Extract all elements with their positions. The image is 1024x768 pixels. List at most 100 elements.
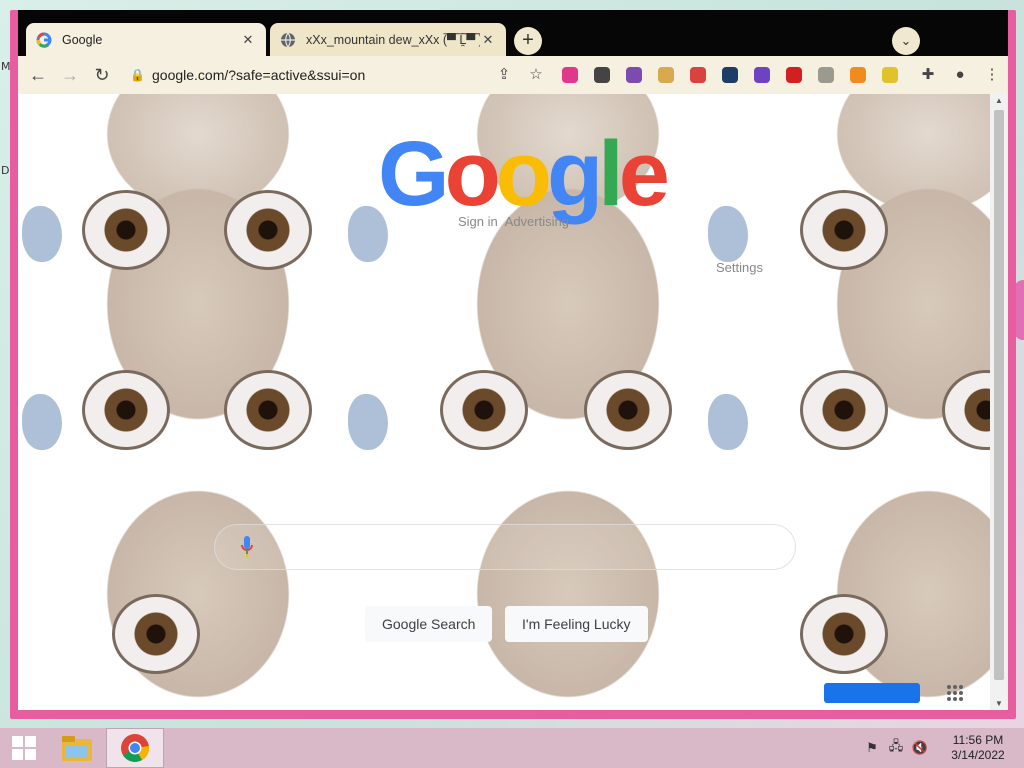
- taskbar-file-explorer[interactable]: [48, 728, 106, 768]
- forward-arrow-icon[interactable]: →: [54, 65, 86, 86]
- tab-search-chevron-down-icon[interactable]: ⌄: [892, 27, 920, 55]
- desktop-icon-label[interactable]: D: [1, 164, 9, 177]
- toolbar-right: ✚ ● ⋮: [912, 60, 1008, 90]
- crosshair-ext-icon[interactable]: [714, 60, 746, 90]
- wallpaper-eye: [440, 370, 528, 450]
- wallpaper-eye: [112, 594, 200, 674]
- apps-grid-icon[interactable]: [946, 684, 964, 702]
- address-bar[interactable]: 🔒 google.com/?safe=active&ssui=on: [130, 60, 550, 90]
- browser-window: Google ✕ xXx_mountain dew_xXx (̿▀̿ ̿Ĺ̯̿̿…: [10, 10, 1016, 719]
- tab-title: Google: [62, 33, 103, 47]
- bee-ext-icon-glyph: [882, 67, 898, 83]
- hat-ext-icon-glyph: [594, 67, 610, 83]
- sun-ext-icon[interactable]: [842, 60, 874, 90]
- top-links: Sign in Advertising: [458, 214, 573, 229]
- block-ext-icon-glyph: [786, 67, 802, 83]
- google-search-button[interactable]: Google Search: [365, 606, 493, 642]
- logo-letter: G: [378, 123, 450, 225]
- volume-muted-icon[interactable]: 🔇: [908, 728, 932, 768]
- monster-ext-icon[interactable]: [618, 60, 650, 90]
- block-ext-icon[interactable]: [778, 60, 810, 90]
- clock-date: 3/14/2022: [951, 748, 1005, 762]
- logo-letter: g: [546, 123, 603, 225]
- clock[interactable]: 11:56 PM 3/14/2022: [932, 733, 1024, 763]
- flag-alert-icon[interactable]: ⚑: [860, 728, 884, 768]
- wallpaper-ghost: [22, 206, 62, 262]
- bee-ext-icon[interactable]: [874, 60, 906, 90]
- burst-ext-icon-glyph: [754, 67, 770, 83]
- bookmark-star-icon[interactable]: ☆: [520, 60, 552, 90]
- toolbar: ← → ↻ 🔒 google.com/?safe=active&ssui=on …: [18, 56, 1008, 94]
- tab-title: xXx_mountain dew_xXx (̿▀̿ ̿Ĺ̯̿̿▀̿ ̿)̄ Er: [306, 33, 480, 47]
- burst-ext-icon[interactable]: [746, 60, 778, 90]
- rainbow-flag-ext-icon[interactable]: [554, 60, 586, 90]
- windows-logo-icon: [12, 736, 36, 760]
- file-explorer-icon: [62, 736, 92, 761]
- scrollbar-thumb[interactable]: [994, 110, 1004, 680]
- start-button[interactable]: [0, 728, 48, 768]
- extension-icons: [554, 60, 906, 90]
- wallpaper-ghost: [708, 206, 748, 262]
- logo-letter: o: [495, 123, 552, 225]
- advertising-link[interactable]: Advertising: [505, 214, 569, 229]
- feeling-lucky-button[interactable]: I'm Feeling Lucky: [505, 606, 648, 642]
- monster-ext-icon-glyph: [626, 67, 642, 83]
- share-icon[interactable]: ⇪: [488, 60, 520, 90]
- reload-icon[interactable]: ↻: [86, 65, 118, 86]
- network-icon[interactable]: 🖧: [884, 728, 908, 768]
- tab-close-icon[interactable]: ✕: [480, 32, 496, 48]
- clock-time: 11:56 PM: [952, 733, 1004, 747]
- taskbar-chrome[interactable]: [106, 728, 164, 768]
- sign-in-link[interactable]: Sign in: [458, 214, 498, 229]
- vertical-scrollbar[interactable]: ▲ ▼: [990, 94, 1008, 710]
- wallpaper-eye: [800, 190, 888, 270]
- skull-ext-icon-glyph: [818, 67, 834, 83]
- system-tray: ⚑ 🖧 🔇 11:56 PM 3/14/2022: [860, 728, 1024, 768]
- sun-ext-icon-glyph: [850, 67, 866, 83]
- crosshair-ext-icon-glyph: [722, 67, 738, 83]
- profile-avatar-icon[interactable]: ●: [944, 60, 976, 90]
- address-text[interactable]: google.com/?safe=active&ssui=on: [152, 67, 365, 83]
- back-arrow-icon[interactable]: ←: [22, 65, 54, 86]
- search-input[interactable]: [214, 524, 796, 570]
- chrome-icon: [121, 734, 150, 762]
- wallpaper-eye: [942, 370, 990, 450]
- wallpaper-eye: [800, 370, 888, 450]
- wallpaper-eye: [82, 370, 170, 450]
- scroll-down-arrow-icon[interactable]: ▼: [990, 699, 1008, 708]
- rainbow-flag-ext-icon-glyph: [562, 67, 578, 83]
- browser-frame: Google ✕ xXx_mountain dew_xXx (̿▀̿ ̿Ĺ̯̿̿…: [18, 10, 1008, 710]
- wallpaper-ghost: [22, 394, 62, 450]
- google-homepage: Google Sign in Advertising Settings Goog…: [18, 94, 990, 710]
- hat-ext-icon[interactable]: [586, 60, 618, 90]
- google-g-icon: [36, 32, 52, 48]
- tab-google[interactable]: Google ✕: [26, 23, 266, 57]
- wallpaper-eye: [224, 370, 312, 450]
- wallpaper-ghost: [708, 394, 748, 450]
- skull-ext-icon[interactable]: [810, 60, 842, 90]
- lock-icon[interactable]: 🔒: [130, 68, 145, 82]
- new-tab-button[interactable]: +: [514, 27, 542, 55]
- wallpaper-eye: [224, 190, 312, 270]
- scroll-up-arrow-icon[interactable]: ▲: [990, 96, 1008, 105]
- tab-close-icon[interactable]: ✕: [240, 32, 256, 48]
- sign-in-button[interactable]: [824, 683, 920, 703]
- palette-ext-icon[interactable]: [682, 60, 714, 90]
- microphone-icon[interactable]: [240, 535, 254, 559]
- extensions-puzzle-icon[interactable]: ✚: [912, 60, 944, 90]
- doge-ext-icon[interactable]: [650, 60, 682, 90]
- google-logo: Google: [378, 128, 670, 220]
- tab-mountain-dew[interactable]: xXx_mountain dew_xXx (̿▀̿ ̿Ĺ̯̿̿▀̿ ̿)̄ Er…: [270, 23, 506, 57]
- logo-letter: o: [444, 123, 501, 225]
- logo-letter: e: [618, 123, 670, 225]
- globe-icon: [281, 32, 295, 48]
- omnibox-actions: ⇪ ☆: [488, 60, 552, 90]
- logo-letter: l: [598, 123, 623, 225]
- menu-kebab-icon[interactable]: ⋮: [976, 60, 1008, 90]
- tab-strip: Google ✕ xXx_mountain dew_xXx (̿▀̿ ̿Ĺ̯̿̿…: [18, 10, 1008, 57]
- doge-ext-icon-glyph: [658, 67, 674, 83]
- wallpaper-eye: [800, 594, 888, 674]
- wallpaper-ghost: [348, 394, 388, 450]
- wallpaper-eye: [82, 190, 170, 270]
- settings-link[interactable]: Settings: [716, 260, 763, 275]
